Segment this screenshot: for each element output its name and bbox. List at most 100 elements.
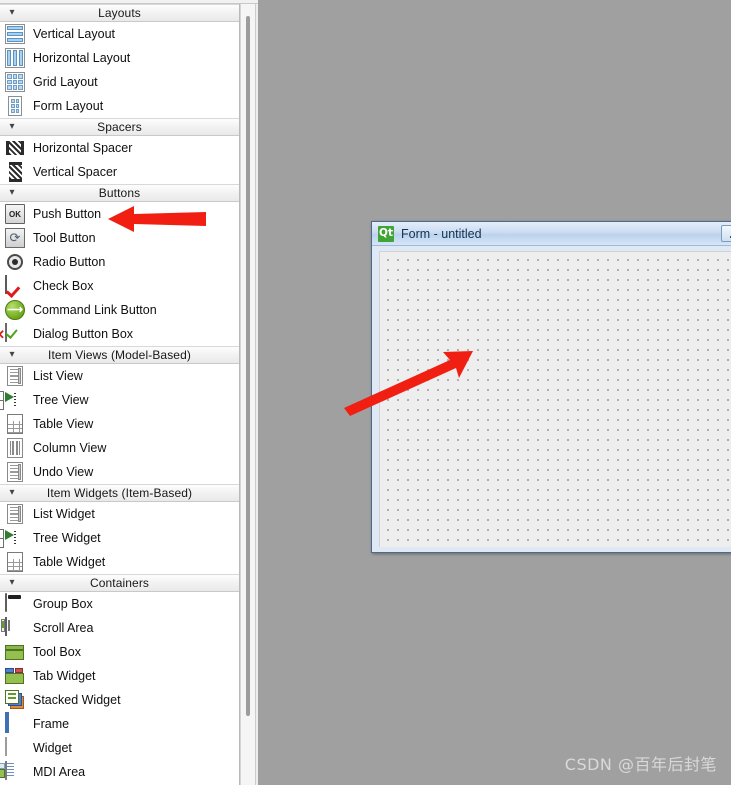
widget-item-widget[interactable]: Widget	[0, 736, 239, 760]
section-header-item-widgets[interactable]: ▾ Item Widgets (Item-Based)	[0, 484, 239, 502]
widget-item-dialog-button-box[interactable]: ✕ Dialog Button Box	[0, 322, 239, 346]
widget-item-command-link-button[interactable]: ⟶ Command Link Button	[0, 298, 239, 322]
form-designer-window[interactable]: Qt Form - untitled	[371, 221, 731, 553]
form-canvas[interactable]	[379, 251, 731, 547]
chevron-down-icon[interactable]: ▾	[4, 347, 20, 363]
widget-item-label: Undo View	[33, 465, 94, 479]
qt-logo-icon: Qt	[378, 225, 394, 242]
widget-item-label: Stacked Widget	[33, 693, 121, 707]
watermark-text: CSDN @百年后封笔	[564, 755, 717, 774]
widget-box-list[interactable]: ▾ Layouts Vertical Layout Horizontal Lay…	[0, 4, 240, 785]
widget-item-label: List View	[33, 369, 83, 383]
undo-view-icon	[4, 461, 26, 483]
widget-item-tab-widget[interactable]: Tab Widget	[0, 664, 239, 688]
widget-item-column-view[interactable]: Column View	[0, 436, 239, 460]
widget-item-label: Horizontal Layout	[33, 51, 131, 65]
widget-item-label: Tool Box	[33, 645, 81, 659]
widget-box-scrollbar[interactable]	[240, 4, 258, 785]
tree-view-icon	[0, 389, 26, 411]
table-view-icon	[4, 413, 26, 435]
widget-item-label: Widget	[33, 741, 72, 755]
widget-item-form-layout[interactable]: Form Layout	[0, 94, 239, 118]
widget-item-tree-widget[interactable]: Tree Widget	[0, 526, 239, 550]
tool-button-icon: ⟳	[4, 227, 26, 249]
table-widget-icon	[4, 551, 26, 573]
section-header-item-views[interactable]: ▾ Item Views (Model-Based)	[0, 346, 239, 364]
widget-item-check-box[interactable]: Check Box	[0, 274, 239, 298]
widget-item-list-view[interactable]: List View	[0, 364, 239, 388]
widget-item-label: Tree View	[33, 393, 89, 407]
chevron-down-icon[interactable]: ▾	[4, 485, 20, 501]
widget-item-frame[interactable]: Frame	[0, 712, 239, 736]
widget-item-mdi-area[interactable]: MDI Area	[0, 760, 239, 784]
widget-item-label: Group Box	[33, 597, 93, 611]
push-button-icon: OK	[4, 203, 26, 225]
form-titlebar[interactable]: Qt Form - untitled	[372, 222, 731, 246]
widget-item-grid-layout[interactable]: Grid Layout	[0, 70, 239, 94]
widget-item-table-view[interactable]: Table View	[0, 412, 239, 436]
vertical-spacer-icon	[4, 161, 26, 183]
widget-item-label: Table Widget	[33, 555, 106, 569]
section-title: Spacers	[97, 120, 142, 134]
widget-item-vertical-layout[interactable]: Vertical Layout	[0, 22, 239, 46]
column-view-icon	[4, 437, 26, 459]
tool-box-icon	[4, 641, 26, 663]
group-box-icon	[4, 593, 26, 615]
widget-item-table-widget[interactable]: Table Widget	[0, 550, 239, 574]
section-title: Item Views (Model-Based)	[48, 348, 191, 362]
widget-item-tool-box[interactable]: Tool Box	[0, 640, 239, 664]
widget-item-label: MDI Area	[33, 765, 86, 779]
widget-item-list-widget[interactable]: List Widget	[0, 502, 239, 526]
widget-item-stacked-widget[interactable]: Stacked Widget	[0, 688, 239, 712]
widget-item-label: Vertical Spacer	[33, 165, 118, 179]
widget-item-radio-button[interactable]: Radio Button	[0, 250, 239, 274]
chevron-down-icon[interactable]: ▾	[4, 185, 20, 201]
widget-item-label: Dialog Button Box	[33, 327, 134, 341]
dialog-button-box-icon: ✕	[0, 323, 26, 345]
widget-item-label: Tab Widget	[33, 669, 96, 683]
widget-item-label: Scroll Area	[33, 621, 94, 635]
section-header-spacers[interactable]: ▾ Spacers	[0, 118, 239, 136]
form-canvas-wrapper	[372, 246, 731, 552]
chevron-down-icon[interactable]: ▾	[4, 119, 20, 135]
push-button-icon-text: OK	[5, 204, 25, 224]
horizontal-spacer-icon	[4, 137, 26, 159]
scroll-area-icon	[1, 617, 26, 639]
minimize-icon[interactable]	[721, 225, 731, 242]
widget-item-label: Grid Layout	[33, 75, 98, 89]
section-title: Item Widgets (Item-Based)	[46, 486, 193, 500]
mdi-area-icon	[0, 761, 26, 783]
grid-layout-icon	[4, 71, 26, 93]
radio-button-icon	[4, 251, 26, 273]
vertical-layout-icon	[4, 23, 26, 45]
list-view-icon	[4, 365, 26, 387]
widget-item-label: Check Box	[33, 279, 94, 293]
section-header-containers[interactable]: ▾ Containers	[0, 574, 239, 592]
widget-item-horizontal-spacer[interactable]: Horizontal Spacer	[0, 136, 239, 160]
section-header-buttons[interactable]: ▾ Buttons	[0, 184, 239, 202]
widget-item-undo-view[interactable]: Undo View	[0, 460, 239, 484]
widget-item-label: Table View	[33, 417, 94, 431]
scrollbar-thumb[interactable]	[246, 16, 250, 716]
form-window-title: Form - untitled	[401, 226, 482, 241]
section-header-layouts[interactable]: ▾ Layouts	[0, 4, 239, 22]
chevron-down-icon[interactable]: ▾	[4, 575, 20, 591]
widget-item-tool-button[interactable]: ⟳ Tool Button	[0, 226, 239, 250]
widget-item-tree-view[interactable]: Tree View	[0, 388, 239, 412]
widget-item-scroll-area[interactable]: Scroll Area	[0, 616, 239, 640]
frame-icon	[4, 712, 26, 735]
widget-item-label: Form Layout	[33, 99, 104, 113]
widget-icon	[4, 737, 26, 759]
widget-item-label: Vertical Layout	[33, 27, 115, 41]
scrollbar-edge	[255, 4, 258, 785]
widget-item-push-button[interactable]: OK Push Button	[0, 202, 239, 226]
widget-item-label: Column View	[33, 441, 107, 455]
tab-widget-icon	[4, 665, 26, 687]
widget-item-horizontal-layout[interactable]: Horizontal Layout	[0, 46, 239, 70]
widget-item-label: Horizontal Spacer	[33, 141, 133, 155]
widget-item-vertical-spacer[interactable]: Vertical Spacer	[0, 160, 239, 184]
widget-item-label: List Widget	[33, 507, 95, 521]
section-title: Layouts	[98, 6, 141, 20]
widget-item-group-box[interactable]: Group Box	[0, 592, 239, 616]
chevron-down-icon[interactable]: ▾	[4, 5, 20, 21]
